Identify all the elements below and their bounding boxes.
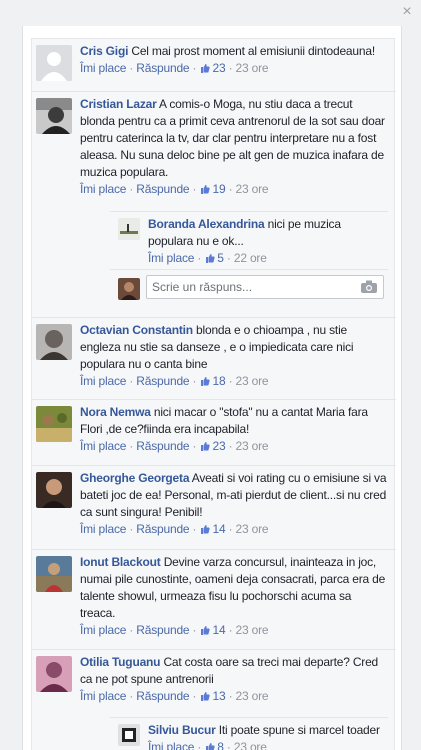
like-thumb-icon [201,626,211,635]
reply-link[interactable]: Răspunde [136,623,189,637]
like-link[interactable]: Îmi place [80,689,126,703]
avatar[interactable] [36,406,72,442]
avatar[interactable] [36,98,72,134]
reply-link[interactable]: Răspunde [136,522,189,536]
comment-actions: Îmi place · Răspunde · 14 · 23 ore [80,522,269,536]
like-link[interactable]: Îmi place [80,439,126,453]
comments-list: Cris Gigi Cel mai prost moment al emisiu… [31,38,396,750]
reply-link[interactable]: Răspunde [136,439,189,453]
timestamp[interactable]: 23 ore [234,740,267,750]
comment-actions: Îmi place · Răspunde · 23 · 23 ore [80,61,269,75]
comment-actions: Îmi place · 5 · 22 ore [148,251,267,265]
like-count[interactable]: 13 [212,689,225,703]
comment-text: Iti poate spune si marcel toader [218,723,380,737]
reply-item: Silviu Bucur Iti poate spune si marcel t… [110,717,388,750]
comment-item: Otilia Tuguanu Cat costa oare sa treci m… [32,649,396,717]
like-link[interactable]: Îmi place [80,374,126,388]
avatar [118,278,140,300]
like-count[interactable]: 19 [212,182,225,196]
like-thumb-icon [201,525,211,534]
comment-author[interactable]: Boranda Alexandrina [148,217,265,231]
comment-author[interactable]: Nora Nemwa [80,405,151,419]
reply-composer: Scrie un răspuns... [110,269,388,305]
close-icon[interactable]: × [399,4,415,20]
comment-text: Cel mai prost moment al emisiunii dintod… [131,44,375,58]
like-count[interactable]: 5 [217,251,224,265]
comment-item: Nora Nemwa nici macar o "stofa" nu a can… [32,399,396,465]
reply-link[interactable]: Răspunde [136,182,189,196]
comment-author[interactable]: Octavian Constantin [80,323,193,337]
camera-icon[interactable] [361,280,377,293]
comment-actions: Îmi place · Răspunde · 13 · 23 ore [80,689,269,703]
reply-link[interactable]: Răspunde [136,689,189,703]
timestamp[interactable]: 23 ore [236,374,269,388]
timestamp[interactable]: 23 ore [236,61,269,75]
timestamp[interactable]: 23 ore [236,439,269,453]
like-thumb-icon [206,254,215,263]
comment-author[interactable]: Ionut Blackout [80,555,161,569]
avatar[interactable] [36,324,72,360]
like-thumb-icon [201,64,211,73]
like-count[interactable]: 8 [217,740,224,750]
comment-author[interactable]: Otilia Tuguanu [80,655,161,669]
avatar[interactable] [36,556,72,592]
like-count[interactable]: 14 [212,522,225,536]
like-count[interactable]: 23 [212,439,225,453]
timestamp[interactable]: 23 ore [236,182,269,196]
like-thumb-icon [206,743,215,750]
comment-author[interactable]: Cris Gigi [80,44,128,58]
like-link[interactable]: Îmi place [80,182,126,196]
timestamp[interactable]: 23 ore [236,522,269,536]
like-link[interactable]: Îmi place [80,522,126,536]
comment-actions: Îmi place · Răspunde · 23 · 23 ore [80,439,269,453]
reply-link[interactable]: Răspunde [136,61,189,75]
timestamp[interactable]: 23 ore [236,689,269,703]
avatar[interactable] [36,45,72,81]
like-thumb-icon [201,185,211,194]
like-link[interactable]: Îmi place [148,251,194,265]
like-link[interactable]: Îmi place [80,61,126,75]
timestamp[interactable]: 23 ore [236,623,269,637]
comment-actions: Îmi place · Răspunde · 14 · 23 ore [80,623,269,637]
comment-actions: Îmi place · 8 · 23 ore [148,739,384,750]
like-thumb-icon [201,692,211,701]
reply-link[interactable]: Răspunde [136,374,189,388]
comment-actions: Îmi place · Răspunde · 19 · 23 ore [80,182,269,196]
like-thumb-icon [201,442,211,451]
like-link[interactable]: Îmi place [148,740,194,750]
reply-input[interactable]: Scrie un răspuns... [146,275,384,299]
like-count[interactable]: 14 [212,623,225,637]
comments-dialog: Cris Gigi Cel mai prost moment al emisiu… [22,26,402,750]
comment-author[interactable]: Cristian Lazar [80,97,157,111]
comment-author[interactable]: Gheorghe Georgeta [80,471,189,485]
avatar[interactable] [118,724,140,746]
avatar[interactable] [36,656,72,692]
comment-author[interactable]: Silviu Bucur [148,723,216,737]
reply-item: Boranda Alexandrina nici pe muzica popul… [110,211,388,269]
comment-item: Cris Gigi Cel mai prost moment al emisiu… [32,39,396,91]
avatar[interactable] [118,218,140,240]
comment-item: Gheorghe Georgeta Aveati si voi rating c… [32,465,396,549]
comment-actions: Îmi place · Răspunde · 18 · 23 ore [80,374,269,388]
like-count[interactable]: 18 [212,374,225,388]
comment-item: Octavian Constantin blonda e o chioampa … [32,317,396,399]
like-thumb-icon [201,377,211,386]
like-link[interactable]: Îmi place [80,623,126,637]
avatar[interactable] [36,472,72,508]
like-count[interactable]: 23 [212,61,225,75]
comment-item: Ionut Blackout Devine varza concursul, i… [32,549,396,649]
timestamp[interactable]: 22 ore [234,251,267,265]
comment-item: Cristian Lazar A comis-o Moga, nu stiu d… [32,91,396,211]
